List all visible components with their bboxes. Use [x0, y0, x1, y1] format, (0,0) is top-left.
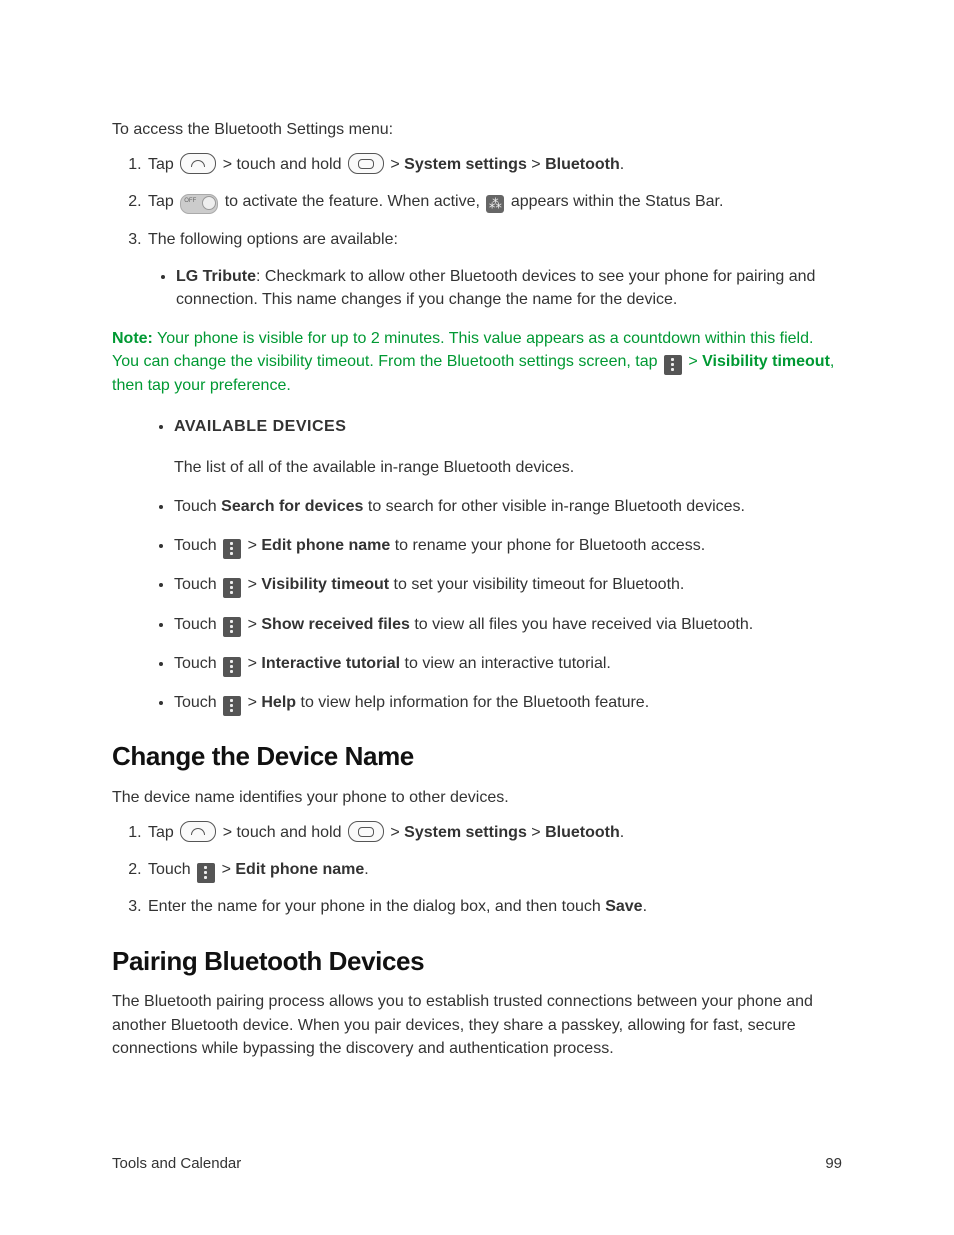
- intro-text: To access the Bluetooth Settings menu:: [112, 118, 842, 141]
- overflow-menu-icon: [223, 578, 241, 598]
- footer-page-number: 99: [825, 1153, 842, 1175]
- change-steps-list: Tap > touch and hold > System settings >…: [112, 821, 842, 919]
- item-search-devices: Touch Search for devices to search for o…: [174, 495, 842, 518]
- item-show-received-files: Touch > Show received files to view all …: [174, 613, 842, 636]
- item-visibility-timeout: Touch > Visibility timeout to set your v…: [174, 573, 842, 596]
- step3-options-list: LG Tribute: Checkmark to allow other Blu…: [148, 265, 842, 311]
- pairing-intro: The Bluetooth pairing process allows you…: [112, 990, 842, 1060]
- document-page: To access the Bluetooth Settings menu: T…: [0, 0, 954, 1235]
- item-help: Touch > Help to view help information fo…: [174, 691, 842, 714]
- step-3: The following options are available: LG …: [146, 228, 842, 312]
- change-step-1: Tap > touch and hold > System settings >…: [146, 821, 842, 844]
- step-2: Tap to activate the feature. When active…: [146, 190, 842, 213]
- change-step-3: Enter the name for your phone in the dia…: [146, 895, 842, 918]
- overflow-menu-icon: [223, 657, 241, 677]
- option-lg-tribute: LG Tribute: Checkmark to allow other Blu…: [176, 265, 842, 311]
- item-available-devices: AVAILABLE DEVICES The list of all of the…: [174, 415, 842, 479]
- recent-apps-icon: [348, 821, 384, 842]
- bluetooth-statusbar-icon: ⁂: [486, 195, 504, 213]
- available-devices-list: AVAILABLE DEVICES The list of all of the…: [112, 415, 842, 715]
- recent-apps-icon: [348, 153, 384, 174]
- overflow-menu-icon: [223, 696, 241, 716]
- overflow-menu-icon: [197, 863, 215, 883]
- overflow-menu-icon: [664, 355, 682, 375]
- item-interactive-tutorial: Touch > Interactive tutorial to view an …: [174, 652, 842, 675]
- item-edit-phone-name: Touch > Edit phone name to rename your p…: [174, 534, 842, 557]
- page-footer: Tools and Calendar 99: [112, 1153, 842, 1175]
- heading-change-device-name: Change the Device Name: [112, 738, 842, 776]
- home-icon: [180, 153, 216, 174]
- heading-pairing-bluetooth: Pairing Bluetooth Devices: [112, 943, 842, 981]
- change-intro: The device name identifies your phone to…: [112, 786, 842, 809]
- note-label: Note:: [112, 330, 153, 347]
- access-steps-list: Tap > touch and hold > System settings >…: [112, 153, 842, 311]
- overflow-menu-icon: [223, 539, 241, 559]
- overflow-menu-icon: [223, 617, 241, 637]
- footer-section-title: Tools and Calendar: [112, 1153, 241, 1175]
- change-step-2: Touch > Edit phone name.: [146, 858, 842, 881]
- available-devices-desc: The list of all of the available in-rang…: [174, 456, 842, 479]
- step-1: Tap > touch and hold > System settings >…: [146, 153, 842, 176]
- toggle-off-on-icon: [180, 194, 218, 214]
- note-block: Note: Your phone is visible for up to 2 …: [112, 327, 842, 397]
- home-icon: [180, 821, 216, 842]
